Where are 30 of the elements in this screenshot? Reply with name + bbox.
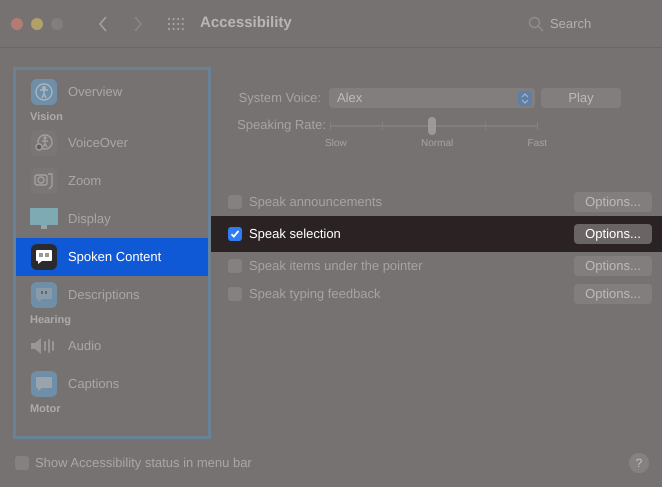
monitor-icon [30, 208, 58, 230]
chevron-updown-icon [518, 90, 532, 106]
search-icon [528, 16, 544, 32]
back-icon[interactable] [98, 16, 108, 32]
sidebar-section-heading: Vision [29, 111, 63, 124]
sidebar-section-heading: Hearing [29, 314, 71, 327]
grid-icon[interactable] [167, 16, 185, 30]
options-button[interactable]: Options... [574, 224, 652, 244]
speaking-rate-slider[interactable] [330, 117, 538, 135]
window-title: Accessibility [200, 13, 292, 34]
option-label: Speak selection [249, 225, 341, 244]
options-button[interactable]: Options... [574, 256, 652, 276]
speech-bubble-icon [31, 371, 57, 397]
checkbox[interactable] [228, 227, 242, 241]
minimize-button[interactable] [31, 18, 43, 30]
magnifier-icon [31, 168, 57, 194]
play-button[interactable]: Play [541, 88, 621, 108]
options-button[interactable]: Options... [574, 284, 652, 304]
accessibility-icon [31, 130, 57, 156]
speech-bubble-icon [31, 282, 57, 308]
speech-bubble-icon [31, 244, 57, 270]
sidebar-section-heading: Motor [29, 403, 61, 416]
accessibility-icon [31, 79, 57, 105]
slider-thumb[interactable] [428, 117, 436, 135]
search-field[interactable]: Search [550, 14, 602, 34]
close-button[interactable] [11, 18, 23, 30]
options-button[interactable]: Options... [574, 192, 652, 212]
help-button[interactable]: ? [629, 453, 649, 473]
sidebar-item[interactable]: Spoken Content [16, 238, 208, 276]
voice-dropdown[interactable]: Alex [329, 88, 535, 108]
